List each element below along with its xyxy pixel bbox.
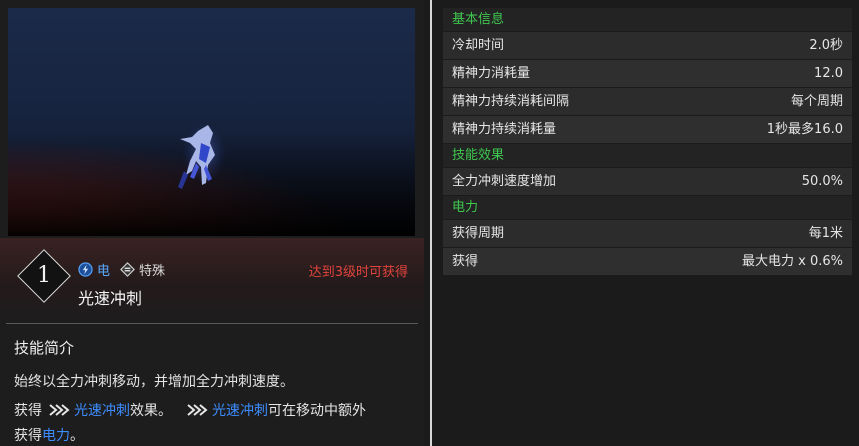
character-figure xyxy=(178,123,226,189)
stat-label: 精神力持续消耗量 xyxy=(452,122,557,137)
section-basic-info: 基本信息 xyxy=(443,8,852,31)
stat-label: 获得周期 xyxy=(452,226,505,241)
stat-label: 获得 xyxy=(452,254,479,269)
stat-value: 12.0 xyxy=(814,66,843,81)
stat-row: 精神力持续消耗间隔 每个周期 xyxy=(443,88,852,115)
stat-value: 1秒最多16.0 xyxy=(766,122,843,137)
intro-title: 技能简介 xyxy=(14,339,75,357)
stat-label: 冷却时间 xyxy=(452,38,505,53)
stat-row: 全力冲刺速度增加 50.0% xyxy=(443,168,852,195)
stat-value: 每1米 xyxy=(808,226,843,241)
section-electric: 电力 xyxy=(443,196,852,219)
skill-preview-video[interactable] xyxy=(8,8,415,236)
stat-value: 2.0秒 xyxy=(809,38,843,53)
link-skill-1[interactable]: 光速冲刺 xyxy=(74,403,130,419)
stat-label: 全力冲刺速度增加 xyxy=(452,174,557,189)
stat-label: 精神力消耗量 xyxy=(452,66,531,81)
special-icon xyxy=(120,261,135,277)
tag-special: 特殊 xyxy=(120,260,165,279)
dash-chevron-icon xyxy=(49,404,70,416)
stat-row: 精神力消耗量 12.0 xyxy=(443,60,852,87)
lightning-icon xyxy=(78,261,93,277)
tag-electric: 电 xyxy=(78,260,110,279)
skill-stats-panel: 基本信息 冷却时间 2.0秒 精神力消耗量 12.0 精神力持续消耗间隔 每个周… xyxy=(443,8,852,275)
stat-row: 获得 最大电力 x 0.6% xyxy=(443,248,852,275)
tag-special-label: 特殊 xyxy=(139,263,166,279)
panel-divider xyxy=(430,0,432,446)
skill-name: 光速冲刺 xyxy=(78,289,143,308)
skill-level-badge: 1 xyxy=(17,249,71,303)
intro-line-1: 始终以全力冲刺移动，并增加全力冲刺速度。 xyxy=(14,374,294,390)
skill-tags: 电 特殊 xyxy=(78,259,175,279)
stat-value: 50.0% xyxy=(801,174,843,189)
tag-electric-label: 电 xyxy=(97,263,111,279)
divider xyxy=(6,323,418,324)
link-electric[interactable]: 电力 xyxy=(42,428,70,444)
stat-label: 精神力持续消耗间隔 xyxy=(452,94,570,109)
stat-row: 获得周期 每1米 xyxy=(443,220,852,247)
intro-line-2: 获得 光速冲刺效果。 光速冲刺可在移动中额外 xyxy=(14,403,366,419)
dash-chevron-icon xyxy=(187,404,208,416)
stat-row: 冷却时间 2.0秒 xyxy=(443,32,852,59)
stat-value: 最大电力 x 0.6% xyxy=(742,254,843,269)
stat-value: 每个周期 xyxy=(790,94,843,109)
intro-line-3: 获得电力。 xyxy=(14,428,84,444)
link-skill-2[interactable]: 光速冲刺 xyxy=(212,403,268,419)
skill-level-number: 1 xyxy=(37,263,51,288)
section-skill-effect: 技能效果 xyxy=(443,144,852,167)
skill-detail-panel: 1 电 特殊 光速冲刺 达到3级时可获得 技能简介 始终以全力冲刺移动，并增加全… xyxy=(0,0,424,446)
stat-row: 精神力持续消耗量 1秒最多16.0 xyxy=(443,116,852,143)
unlock-condition: 达到3级时可获得 xyxy=(308,265,408,280)
